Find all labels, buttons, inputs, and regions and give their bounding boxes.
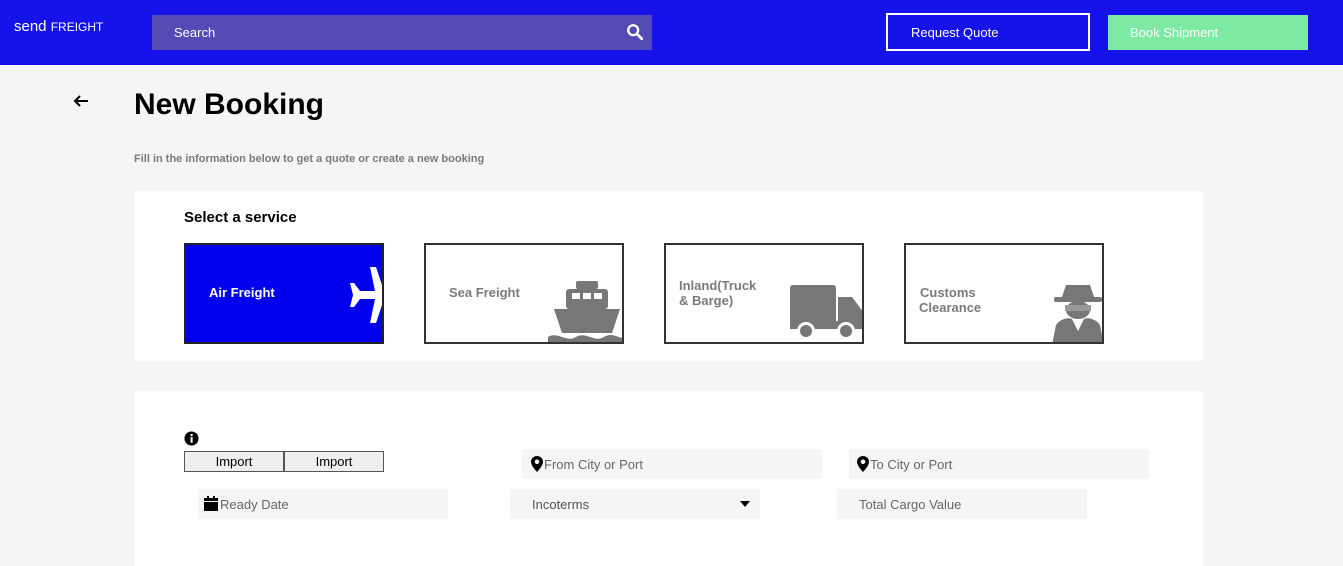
map-marker-icon <box>857 456 869 472</box>
incoterms-selected-value: Incoterms <box>532 497 590 512</box>
logo-text-send: send <box>14 18 47 35</box>
total-cargo-value-input[interactable] <box>859 489 1079 519</box>
service-card-sea-freight[interactable]: Sea Freight <box>424 243 624 344</box>
truck-icon <box>790 285 862 340</box>
select-service-label: Select a service <box>184 209 297 226</box>
service-card-label-line-2: & Barge) <box>679 293 734 308</box>
search-icon[interactable] <box>626 23 644 41</box>
service-card-label: Sea Freight <box>449 285 520 300</box>
from-location-field <box>522 449 822 479</box>
secret-agent-icon <box>1052 285 1102 342</box>
caret-down-icon <box>740 501 750 507</box>
logo-text-freight: FREIGHT <box>50 20 104 34</box>
service-card-label-line-2: Clearance <box>919 300 982 315</box>
book-shipment-button[interactable]: Book Shipment <box>1108 15 1308 50</box>
to-city-or-port-input[interactable] <box>870 449 1140 479</box>
search-input[interactable] <box>152 15 622 50</box>
ready-date-field <box>198 489 448 519</box>
airplane-icon <box>350 267 382 323</box>
info-icon[interactable] <box>184 431 199 446</box>
service-card-label: Air Freight <box>209 285 275 300</box>
service-card-inland-truck-barge[interactable]: Inland(Truck & Barge) <box>664 243 864 344</box>
back-arrow-icon[interactable] <box>72 92 90 110</box>
service-card-label-line-1: Inland(Truck <box>679 278 757 293</box>
import-toggle-button[interactable]: Import <box>184 451 284 472</box>
from-city-or-port-input[interactable] <box>544 449 814 479</box>
top-navigation-bar: send FREIGHT Request Quote Book Shipment <box>0 0 1343 65</box>
request-quote-button[interactable]: Request Quote <box>886 13 1090 51</box>
ready-date-input[interactable] <box>220 489 440 519</box>
page-title: New Booking <box>134 88 325 121</box>
page-subtitle: Fill in the information below to get a q… <box>134 153 485 165</box>
booking-form-panel: Import Import Incoterms <box>134 391 1203 566</box>
to-location-field <box>849 449 1149 479</box>
import-toggle-button-secondary[interactable]: Import <box>284 451 384 472</box>
search-bar <box>152 15 652 50</box>
service-card-air-freight[interactable]: Air Freight <box>184 243 384 344</box>
incoterms-select[interactable]: Incoterms <box>510 489 760 519</box>
calendar-icon <box>204 496 218 511</box>
service-card-customs-clearance[interactable]: Customs Clearance <box>904 243 1104 344</box>
service-card-label-line-1: Customs <box>920 285 976 300</box>
service-selection-panel: Select a service Air Freight Sea Freight… <box>134 191 1203 361</box>
cargo-value-field <box>837 489 1087 519</box>
ship-icon <box>548 281 622 342</box>
logo[interactable]: send FREIGHT <box>14 18 103 35</box>
map-marker-icon <box>531 456 543 472</box>
